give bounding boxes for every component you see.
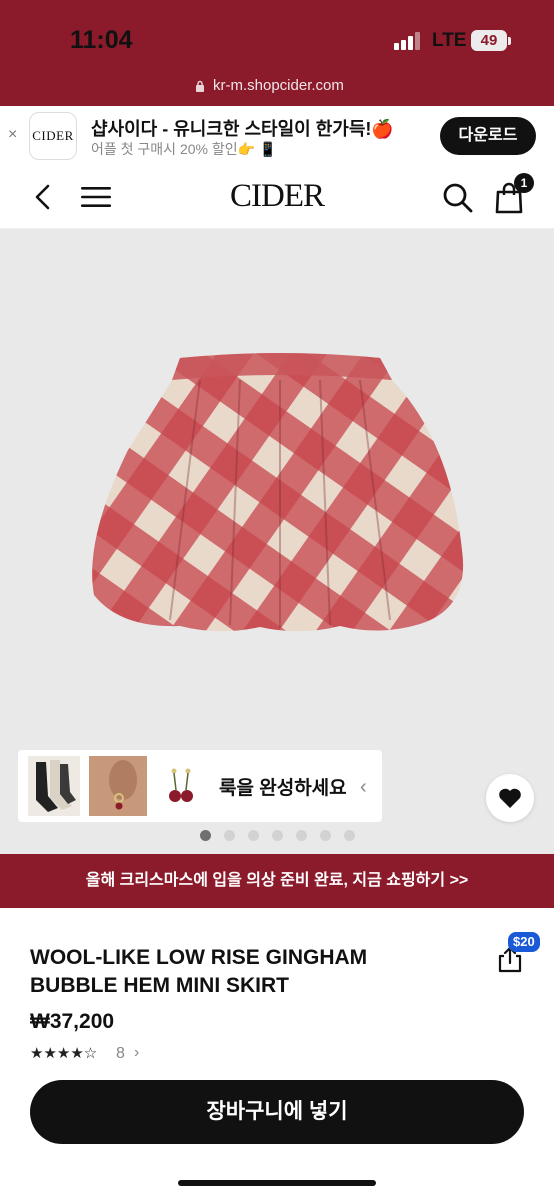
url-text[interactable]: kr-m.shopcider.com	[213, 77, 344, 94]
cherry-earrings-thumbnail[interactable]	[166, 766, 196, 810]
look-label[interactable]: 룩을 완성하세요	[219, 773, 347, 800]
carousel-dot[interactable]	[248, 830, 259, 841]
carousel-dot[interactable]	[344, 830, 355, 841]
battery-tip	[508, 37, 511, 45]
product-title: WOOL-LIKE LOW RISE GINGHAM BUBBLE HEM MI…	[30, 946, 368, 997]
lock-icon	[196, 80, 204, 92]
heart-icon	[499, 788, 521, 808]
carousel-dot[interactable]	[224, 830, 235, 841]
cart-badge: 1	[514, 173, 534, 193]
chevron-left-icon[interactable]: ‹	[360, 776, 367, 799]
review-count[interactable]: 8	[116, 1045, 125, 1063]
coupon-badge[interactable]: $20	[508, 932, 540, 952]
add-to-cart-button[interactable]: 장바구니에 넣기	[30, 1080, 524, 1144]
network-label: LTE	[432, 30, 467, 51]
signal-icon	[394, 32, 422, 50]
download-button[interactable]: 다운로드	[440, 117, 536, 155]
chevron-right-icon[interactable]: ›	[134, 1044, 139, 1062]
promo-banner[interactable]: 올해 크리스마스에 입을 의상 준비 완료, 지금 쇼핑하기 >>	[0, 854, 554, 908]
earring-thumbnail[interactable]	[89, 756, 147, 816]
search-icon[interactable]	[442, 182, 474, 214]
socks-thumbnail[interactable]	[28, 756, 80, 816]
carousel-dot[interactable]	[296, 830, 307, 841]
close-icon[interactable]: ×	[8, 126, 17, 144]
carousel-dot[interactable]	[272, 830, 283, 841]
rating-stars[interactable]: ★★★★☆	[30, 1044, 97, 1062]
carousel-dot[interactable]	[200, 830, 211, 841]
battery-icon: 49	[471, 30, 507, 51]
banner-title: 샵사이다 - 유니크한 스타일이 한가득!🍎	[91, 119, 394, 139]
product-price: ₩37,200	[30, 1010, 115, 1033]
status-time: 11:04	[70, 26, 133, 54]
app-icon: CIDER	[29, 112, 77, 160]
wishlist-button[interactable]	[486, 774, 534, 822]
home-indicator	[178, 1180, 376, 1186]
banner-subtitle: 어플 첫 구매시 20% 할인👉 📱	[91, 141, 277, 157]
carousel-dot[interactable]	[320, 830, 331, 841]
skirt-image	[92, 353, 464, 632]
